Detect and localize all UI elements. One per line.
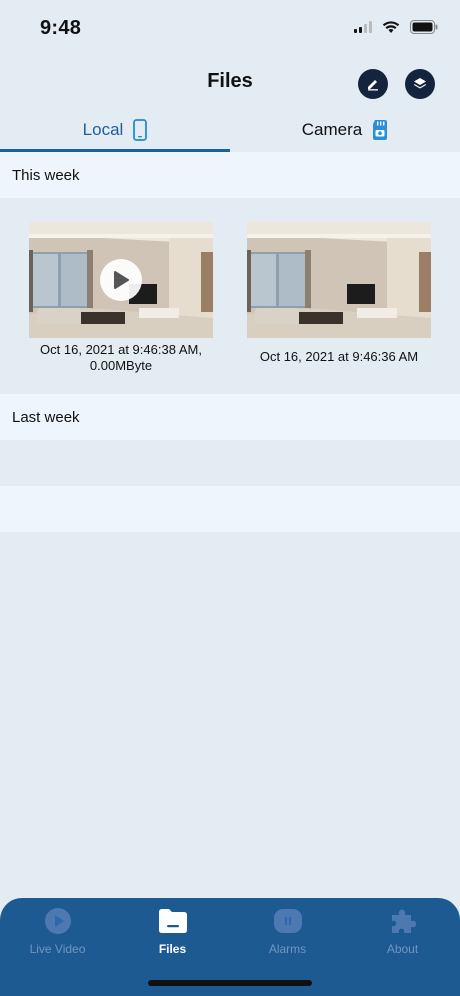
media-thumbnail-photo[interactable] [247,222,431,338]
room-image [247,222,431,338]
section-title: Last week [12,408,80,426]
source-tabs: Local Camera [0,108,460,152]
tabbar-item-about[interactable]: About [345,906,460,966]
battery-icon [410,20,438,34]
live-video-icon [43,906,73,936]
media-caption: Oct 16, 2021 at 9:46:36 AM [259,349,419,364]
tabbar-label: Alarms [268,942,307,956]
phone-icon [133,119,148,141]
section-header-this-week: This week [0,152,460,198]
tabbar-label: Live Video [29,942,86,956]
media-thumbnail-video[interactable] [29,222,213,338]
tab-camera-label: Camera [301,120,363,139]
section-title: This week [12,166,80,184]
sd-card-camera-icon [373,120,388,140]
navigation-header: Files [0,58,460,106]
tabbar-item-files[interactable]: Files [115,906,230,966]
tabbar-item-live-video[interactable]: Live Video [0,906,115,966]
tabbar-label: About [386,942,419,956]
section-header-last-week: Last week [0,394,460,440]
layers-button[interactable] [405,69,435,99]
tabbar-item-alarms[interactable]: Alarms [230,906,345,966]
status-bar: 9:48 [0,0,460,58]
edit-icon [368,80,378,91]
wifi-icon [382,21,400,33]
folder-icon [158,906,188,936]
play-icon [114,271,129,289]
tab-local[interactable]: Local [0,108,230,152]
tab-camera[interactable]: Camera [230,108,460,152]
edit-button[interactable] [358,69,388,99]
page-title: Files [207,70,253,92]
empty-section-band [0,486,460,532]
tabbar-label: Files [158,942,187,956]
layers-icon [414,78,426,89]
puzzle-icon [388,906,418,936]
status-icons [354,20,438,34]
home-indicator [148,980,312,986]
cellular-signal-icon [354,21,372,33]
status-time: 9:48 [40,17,82,39]
tab-local-label: Local [82,120,124,139]
media-caption: Oct 16, 2021 at 9:46:38 AM, 0.00MByte [40,342,202,373]
play-button[interactable] [100,259,142,301]
alarm-icon [273,906,303,936]
